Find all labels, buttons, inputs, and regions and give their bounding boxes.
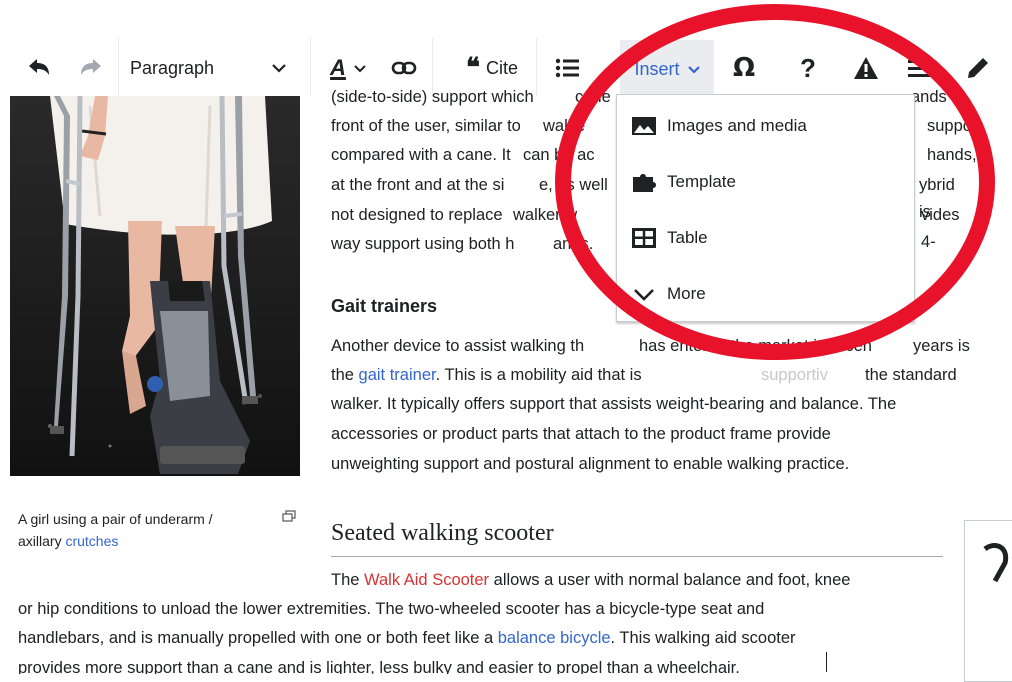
- highlight-circle-annotation: [555, 4, 995, 360]
